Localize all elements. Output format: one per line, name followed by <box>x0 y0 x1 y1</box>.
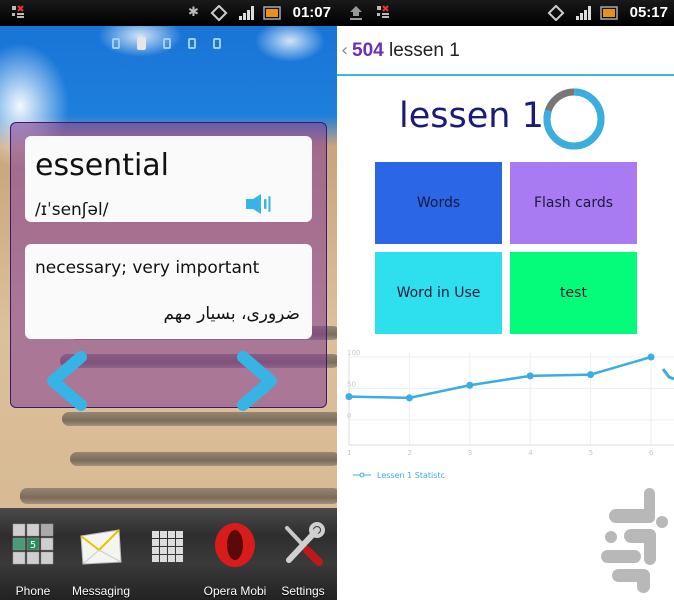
svg-text:5: 5 <box>30 540 36 551</box>
home-page-indicator <box>112 37 221 50</box>
notification-debug-icon <box>377 5 389 18</box>
speaker-icon[interactable] <box>246 194 272 214</box>
tile-words[interactable]: Words <box>375 162 502 244</box>
series-line <box>348 355 652 400</box>
dock-settings[interactable]: Settings <box>270 522 336 598</box>
x-tick-label: 5 <box>589 449 593 457</box>
x-tick-label: 4 <box>528 449 533 457</box>
opera-icon <box>215 523 255 567</box>
lesson-progress-ring <box>543 88 605 150</box>
tile-label: test <box>560 285 587 301</box>
dock-opera[interactable]: Opera Mobi <box>202 522 268 598</box>
lesson-title: lessen 1 <box>399 96 544 136</box>
action-bar: ‹ 504 lessen 1 <box>337 26 674 76</box>
data-point <box>345 393 353 401</box>
data-point <box>587 371 595 379</box>
rotation-icon <box>547 5 565 21</box>
dock-label: Messaging <box>71 584 131 598</box>
dock-label: Phone <box>15 584 51 598</box>
action-bar-title: lessen 1 <box>389 40 460 61</box>
status-bar: 05:17 <box>337 0 674 26</box>
wallpaper-plank <box>20 488 337 504</box>
x-tick-label: 3 <box>468 449 472 457</box>
page-dot[interactable] <box>112 38 120 49</box>
tile-test[interactable]: test <box>510 252 637 334</box>
y-tick-label: 50 <box>347 380 356 388</box>
wallpaper-plank <box>62 412 337 426</box>
chevron-right-icon[interactable] <box>233 351 281 411</box>
signal-icon <box>576 6 591 20</box>
dock-phone[interactable]: 5 Phone <box>0 522 66 598</box>
vocabulary-widget: essential /ɪˈsenʃəl/ necessary; very imp… <box>10 122 327 411</box>
app-store-logo-icon <box>601 488 668 593</box>
battery-icon <box>263 6 281 20</box>
x-tick-label: 6 <box>649 449 654 457</box>
page-dot[interactable] <box>213 38 221 49</box>
definition-persian: ضروری، بسیار مهم <box>163 304 300 324</box>
back-chevron-icon[interactable]: ‹ <box>341 40 348 61</box>
tile-label: Words <box>416 195 461 211</box>
statistics-chart: 050100123456Lessen 1 Statistc <box>345 349 674 480</box>
data-point <box>526 372 534 380</box>
data-point <box>466 381 474 389</box>
dock-messaging[interactable]: Messaging <box>68 522 134 598</box>
legend-label: Lessen 1 Statistc <box>377 471 445 480</box>
page-dot-active[interactable] <box>137 37 146 50</box>
tile-label: Flash cards <box>533 195 614 211</box>
definition-english: necessary; very important <box>35 258 260 278</box>
app-logo-text[interactable]: 504 <box>352 40 384 62</box>
page-dot[interactable] <box>163 38 171 49</box>
x-tick-label: 1 <box>347 449 351 457</box>
home-screen: ✱ 01:07 essential /ɪˈsenʃəl/ necessary; … <box>0 0 337 600</box>
word-text: essential <box>35 148 170 183</box>
x-tick-label: 2 <box>407 449 411 457</box>
phone-dialpad-icon: 5 <box>12 523 54 565</box>
rotation-icon <box>210 5 228 21</box>
definition-card: necessary; very important ضروری، بسیار م… <box>25 244 312 339</box>
tile-word-in-use[interactable]: Word in Use <box>375 252 502 334</box>
wallpaper-plank <box>70 452 337 466</box>
tile-flash-cards[interactable]: Flash cards <box>510 162 637 244</box>
data-point <box>405 394 413 402</box>
dock-app-drawer[interactable] <box>135 522 201 567</box>
dock-label: Settings <box>281 584 325 598</box>
dock-label: Opera Mobi <box>203 584 267 598</box>
bluetooth-icon: ✱ <box>188 5 199 20</box>
word-card[interactable]: essential /ɪˈsenʃəl/ <box>25 136 312 222</box>
page-dot[interactable] <box>188 38 196 49</box>
chevron-left-icon[interactable] <box>43 351 91 411</box>
lesson-screen: 05:17 ‹ 504 lessen 1 lessen 1 Words Flas… <box>337 0 674 600</box>
status-time: 05:17 <box>629 4 668 21</box>
upload-icon <box>350 6 362 20</box>
status-time: 01:07 <box>292 4 331 21</box>
legend-marker <box>359 472 365 478</box>
battery-icon <box>600 6 618 20</box>
phonetic-text: /ɪˈsenʃəl/ <box>35 200 109 220</box>
data-point <box>647 353 655 361</box>
wrench-screwdriver-icon <box>285 522 325 566</box>
app-drawer-grid-icon <box>152 531 183 562</box>
status-bar: ✱ 01:07 <box>0 0 337 26</box>
tile-label: Word in Use <box>396 285 481 301</box>
notification-debug-icon <box>12 5 24 18</box>
dock: 5 Phone Messaging Opera Mobi Settings <box>0 508 337 600</box>
envelope-icon <box>80 529 122 565</box>
signal-icon <box>239 6 254 20</box>
series-line-clipped <box>661 368 674 381</box>
